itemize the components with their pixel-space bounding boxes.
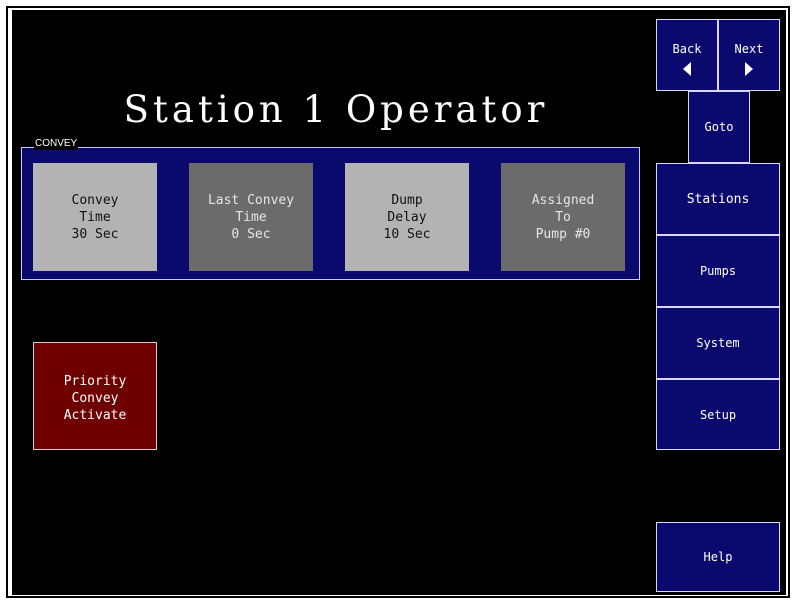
tile-line: Time [79, 209, 111, 225]
left-triangle-icon [683, 62, 691, 76]
button-line: Convey [71, 390, 119, 406]
page-title: Station 1 Operator [123, 88, 549, 131]
convey-time-tile[interactable]: Convey Time 30 Sec [33, 163, 157, 271]
button-line: Priority [63, 373, 127, 389]
tile-value: 0 Sec [231, 226, 271, 242]
back-button[interactable]: Back [656, 19, 718, 91]
pumps-button[interactable]: Pumps [656, 235, 780, 307]
back-label: Back [672, 42, 702, 56]
tile-line: Time [235, 209, 267, 225]
stations-button[interactable]: Stations [656, 163, 780, 235]
stations-label: Stations [686, 191, 750, 207]
setup-button[interactable]: Setup [656, 379, 780, 450]
setup-label: Setup [699, 407, 737, 422]
button-line: Activate [63, 407, 127, 423]
last-convey-time-tile: Last Convey Time 0 Sec [189, 163, 313, 271]
tile-line: Assigned [531, 192, 595, 208]
next-button[interactable]: Next [718, 19, 780, 91]
dump-delay-tile[interactable]: Dump Delay 10 Sec [345, 163, 469, 271]
next-label: Next [734, 42, 764, 56]
help-label: Help [703, 550, 733, 564]
tile-line: Delay [387, 209, 427, 225]
priority-convey-button[interactable]: Priority Convey Activate [33, 342, 157, 450]
right-triangle-icon [745, 62, 753, 76]
tile-value: 10 Sec [383, 226, 431, 242]
system-label: System [696, 336, 740, 350]
goto-label: Goto [704, 120, 734, 134]
tile-line: Last Convey [207, 192, 295, 208]
tile-line: Convey [71, 192, 119, 208]
tile-value: 30 Sec [71, 226, 119, 242]
assigned-pump-tile: Assigned To Pump #0 [501, 163, 625, 271]
convey-group-label: CONVEY [34, 137, 79, 150]
pumps-label: Pumps [699, 264, 737, 278]
tile-line: To [555, 209, 571, 225]
system-button[interactable]: System [656, 307, 780, 379]
tile-value: Pump #0 [535, 226, 591, 242]
tile-line: Dump [391, 192, 423, 208]
goto-button[interactable]: Goto [688, 91, 750, 163]
help-button[interactable]: Help [656, 522, 780, 592]
